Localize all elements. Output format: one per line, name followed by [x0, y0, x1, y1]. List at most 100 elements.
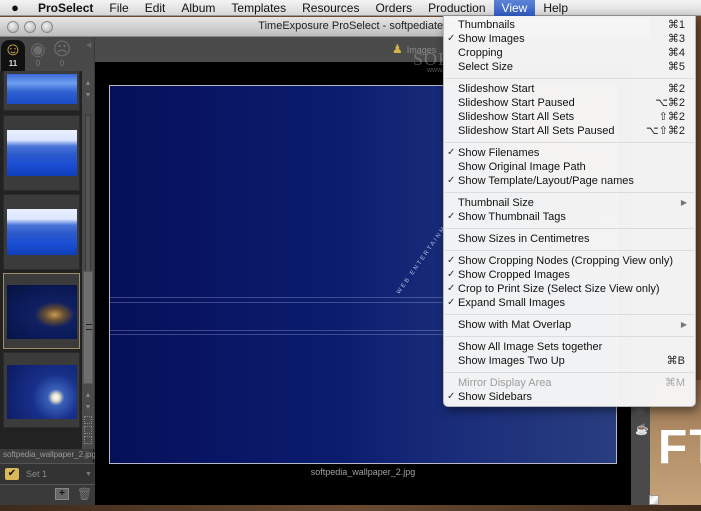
screen: FT ● ProSelect File Edit Album Templates… [0, 0, 701, 511]
menu-item-show-with-mat-overlap[interactable]: Show with Mat Overlap ▶ [444, 318, 695, 332]
menu-item-shortcut: ⌥⇧⌘2 [645, 125, 685, 137]
thumbnail-image [7, 365, 77, 419]
menu-item-show-sidebars[interactable]: ✓ Show Sidebars [444, 390, 695, 404]
menu-item-show-thumbnail-tags[interactable]: ✓ Show Thumbnail Tags [444, 210, 695, 224]
menu-item-thumbnail-size[interactable]: Thumbnail Size ▶ [444, 196, 695, 210]
thumbnail-image [7, 130, 77, 176]
set-dropdown-icon[interactable]: ▼ [85, 471, 92, 478]
thumbnail-image [7, 74, 77, 104]
set-checkbox[interactable]: ✔ [5, 468, 19, 480]
submenu-arrow-icon: ▶ [680, 320, 687, 329]
menu-item-show-sizes-in-centimetres[interactable]: Show Sizes in Centimetres [444, 232, 695, 246]
add-set-button[interactable]: + [55, 488, 69, 500]
menu-item-label: Show Cropped Images [458, 269, 570, 281]
menu-item-label: Select Size [458, 61, 514, 73]
menu-item-show-filenames[interactable]: ✓ Show Filenames [444, 146, 695, 160]
menu-separator [444, 368, 695, 376]
rating-neutral-tab[interactable]: ◉ 0 [27, 40, 49, 68]
grip-icon [86, 324, 92, 330]
scroll-down-arrow-lower[interactable]: ▼ [82, 403, 94, 413]
menu-orders[interactable]: Orders [367, 0, 420, 16]
thumbnail-item[interactable] [3, 71, 80, 111]
menu-item-show-cropping-nodes-cropping-view-only[interactable]: ✓ Show Cropping Nodes (Cropping View only… [444, 254, 695, 268]
trash-icon[interactable]: 🗑 [77, 487, 92, 501]
rating-sad-tab[interactable]: ☹ 0 [51, 40, 73, 68]
menu-item-slideshow-start-all-sets-paused[interactable]: Slideshow Start All Sets Paused ⌥⇧⌘2 [444, 124, 695, 138]
menu-item-label: Show Images Two Up [458, 355, 565, 367]
menu-item-slideshow-start-paused[interactable]: Slideshow Start Paused ⌥⌘2 [444, 96, 695, 110]
menu-item-label: Show Original Image Path [458, 161, 586, 173]
view-menu-dropdown: Thumbnails ⌘1 ✓ Show Images ⌘3 Cropping ⌘4 Sele… [443, 16, 696, 407]
thumbnail-item[interactable] [3, 115, 80, 191]
person-icon: ♟ [392, 42, 403, 56]
menu-production[interactable]: Production [420, 0, 493, 16]
scroll-down-arrow[interactable]: ▼ [82, 91, 94, 101]
menu-item-show-images[interactable]: ✓ Show Images ⌘3 [444, 32, 695, 46]
menu-album[interactable]: Album [173, 0, 223, 16]
thumb-size-large-icon[interactable] [84, 436, 92, 444]
menu-item-label: Show Sizes in Centimetres [458, 233, 590, 245]
menu-view[interactable]: View [493, 0, 536, 16]
happy-count: 11 [8, 59, 18, 68]
menu-item-slideshow-start-all-sets[interactable]: Slideshow Start All Sets ⇧⌘2 [444, 110, 695, 124]
rating-happy-tab[interactable]: ☺ 11 [1, 40, 25, 71]
menu-item-shortcut: ⌘3 [667, 33, 685, 45]
menu-item-show-cropped-images[interactable]: ✓ Show Cropped Images [444, 268, 695, 282]
menu-item-shortcut: ⌘5 [667, 61, 685, 73]
menu-item-label: Expand Small Images [458, 297, 565, 309]
menu-item-expand-small-images[interactable]: ✓ Expand Small Images [444, 296, 695, 310]
thumbnail-item[interactable] [3, 352, 80, 428]
menu-item-label: Slideshow Start All Sets Paused [458, 125, 615, 137]
scroll-thumb[interactable] [83, 271, 93, 384]
menu-item-select-size[interactable]: Select Size ⌘5 [444, 60, 695, 74]
thumb-size-medium-icon[interactable] [84, 426, 92, 434]
menu-help[interactable]: Help [535, 0, 576, 16]
menu-item-show-all-image-sets-together[interactable]: Show All Image Sets together [444, 340, 695, 354]
menu-item-label: Show All Image Sets together [458, 341, 603, 353]
sidebar-bottom-toolbar: + 🗑 [0, 485, 94, 505]
collapse-sidebar-icon[interactable]: ◀ [86, 41, 91, 49]
desktop-bottom-edge [0, 505, 701, 511]
menu-item-label: Show with Mat Overlap [458, 319, 572, 331]
menu-item-show-template-layout-page-names[interactable]: ✓ Show Template/Layout/Page names [444, 174, 695, 188]
menu-item-shortcut: ⌥⌘2 [655, 97, 685, 109]
menu-separator [444, 74, 695, 82]
menu-proselect[interactable]: ProSelect [30, 0, 101, 16]
menu-item-crop-to-print-size-select-size-view-only[interactable]: ✓ Crop to Print Size (Select Size View on… [444, 282, 695, 296]
menu-item-label: Slideshow Start [458, 83, 535, 95]
menu-resources[interactable]: Resources [294, 0, 367, 16]
menu-item-mirror-display-area: Mirror Display Area ⌘M [444, 376, 695, 390]
thumbnail-item[interactable] [3, 194, 80, 270]
scroll-track[interactable] [85, 115, 91, 275]
menu-item-show-images-two-up[interactable]: Show Images Two Up ⌘B [444, 354, 695, 368]
menu-item-label: Thumbnail Size [458, 197, 534, 209]
menu-item-shortcut: ⌘1 [667, 19, 685, 31]
checkmark-icon: ✓ [447, 391, 456, 402]
thumbnail-scrollbar[interactable]: ▲ ▼ ▲ ▼ [82, 71, 94, 449]
menu-item-show-original-image-path[interactable]: Show Original Image Path [444, 160, 695, 174]
menu-item-shortcut: ⌘B [666, 355, 685, 367]
desktop-text: FT [658, 421, 701, 474]
menu-item-cropping[interactable]: Cropping ⌘4 [444, 46, 695, 60]
menu-item-slideshow-start[interactable]: Slideshow Start ⌘2 [444, 82, 695, 96]
image-set-selector[interactable]: ✔ Set 1 ▼ [0, 463, 94, 485]
neutral-count: 0 [35, 59, 41, 68]
menu-templates[interactable]: Templates [223, 0, 294, 16]
checkmark-icon: ✓ [447, 297, 456, 308]
menu-separator [444, 224, 695, 232]
menu-separator [444, 332, 695, 340]
thumb-size-small-icon[interactable] [84, 416, 92, 424]
apple-menu-icon[interactable]: ● [0, 0, 30, 15]
scroll-up-arrow[interactable]: ▲ [82, 79, 94, 89]
menu-file[interactable]: File [101, 0, 136, 16]
window-resize-grip[interactable] [649, 495, 659, 505]
menu-item-thumbnails[interactable]: Thumbnails ⌘1 [444, 18, 695, 32]
submenu-arrow-icon: ▶ [680, 198, 687, 207]
checkmark-icon: ✓ [447, 255, 456, 266]
thumbnail-item-selected[interactable] [3, 273, 80, 349]
coffee-cup-icon[interactable]: ☕ [635, 423, 649, 436]
menu-item-shortcut: ⌘2 [667, 83, 685, 95]
scroll-up-arrow-lower[interactable]: ▲ [82, 391, 94, 401]
checkmark-icon: ✓ [447, 269, 456, 280]
menu-edit[interactable]: Edit [137, 0, 174, 16]
